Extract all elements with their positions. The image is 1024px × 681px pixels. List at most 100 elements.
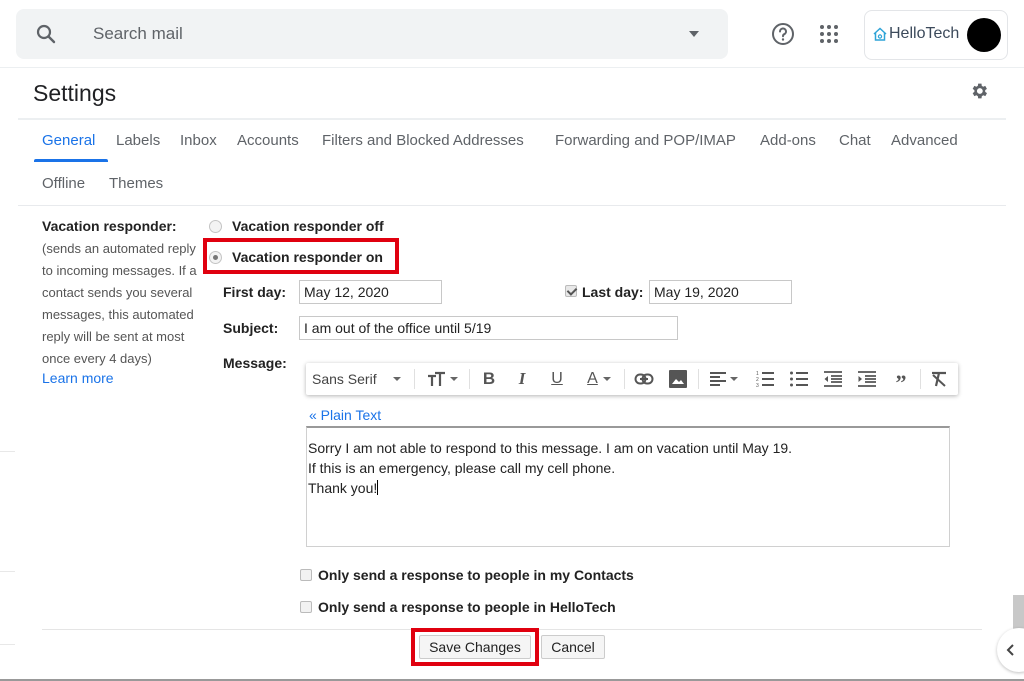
description-line: once every 4 days) — [42, 351, 152, 366]
left-edge-divider — [0, 451, 15, 452]
description-line: contact sends you several — [42, 285, 193, 300]
insert-image-button[interactable] — [665, 363, 691, 395]
vacation-responder-description: (sends an automated reply to incoming me… — [42, 238, 207, 370]
tab-labels[interactable]: Labels — [116, 132, 160, 149]
message-line: Sorry I am not able to respond to this m… — [308, 440, 793, 456]
highlight-box — [411, 628, 539, 666]
indent-less-icon — [824, 371, 842, 387]
org-name: HelloTech — [889, 25, 960, 42]
text-size-icon — [427, 371, 445, 386]
text-cursor — [377, 480, 379, 495]
org-only-checkbox[interactable] — [300, 601, 312, 613]
org-only-option[interactable]: Only send a response to people in HelloT… — [300, 599, 616, 615]
radio-button[interactable] — [209, 219, 222, 233]
radio-vacation-off[interactable]: Vacation responder off — [209, 218, 384, 234]
indent-less-button[interactable] — [820, 363, 846, 395]
header-divider — [18, 118, 1006, 120]
indent-more-button[interactable] — [854, 363, 880, 395]
tab-advanced[interactable]: Advanced — [891, 132, 958, 149]
search-icon[interactable] — [34, 22, 58, 46]
text-color-button[interactable]: A — [579, 363, 619, 395]
tab-forwarding[interactable]: Forwarding and POP/IMAP — [555, 132, 736, 149]
text-size-button[interactable] — [422, 363, 462, 395]
last-day-label: Last day: — [582, 284, 644, 300]
font-family-select[interactable]: Sans Serif — [312, 363, 412, 395]
numbered-list-button[interactable]: 123 — [752, 363, 778, 395]
org-only-label: Only send a response to people in HelloT… — [318, 599, 616, 615]
tab-chat[interactable]: Chat — [839, 132, 871, 149]
first-day-input[interactable]: May 12, 2020 — [299, 280, 442, 304]
side-panel-toggle[interactable] — [997, 628, 1024, 672]
last-day-input[interactable]: May 19, 2020 — [649, 280, 792, 304]
active-tab-indicator — [34, 159, 108, 162]
italic-icon: I — [518, 369, 526, 388]
plain-text-link[interactable]: « Plain Text — [309, 407, 381, 423]
last-day-checkbox[interactable] — [565, 285, 577, 297]
tab-accounts[interactable]: Accounts — [237, 132, 299, 149]
message-label: Message: — [223, 355, 287, 371]
underline-button[interactable]: U — [544, 363, 570, 395]
message-line: Thank you! — [308, 478, 948, 498]
bold-button[interactable]: B — [476, 363, 502, 395]
toolbar-divider — [624, 369, 625, 389]
org-logo: HelloTech — [873, 25, 959, 43]
toolbar-divider — [469, 369, 470, 389]
remove-formatting-button[interactable] — [926, 363, 952, 395]
subject-input[interactable]: I am out of the office until 5/19 — [299, 316, 678, 340]
toolbar-divider — [414, 369, 415, 389]
quote-icon: ” — [895, 370, 907, 395]
description-line: to incoming messages. If a — [42, 263, 197, 278]
learn-more-link[interactable]: Learn more — [42, 370, 114, 386]
first-day-label: First day: — [223, 284, 287, 300]
description-line: (sends an automated reply — [42, 241, 196, 256]
description-line: reply will be sent at most — [42, 329, 185, 344]
tab-addons[interactable]: Add-ons — [760, 132, 816, 149]
chevron-left-icon — [1006, 644, 1014, 656]
left-edge-divider — [0, 571, 15, 572]
help-icon[interactable] — [770, 21, 796, 47]
avatar[interactable] — [967, 18, 1001, 52]
quote-button[interactable]: ” — [888, 363, 914, 395]
chevron-down-icon — [602, 377, 611, 381]
contacts-only-option[interactable]: Only send a response to people in my Con… — [300, 567, 634, 583]
svg-text:3: 3 — [756, 383, 759, 387]
vacation-responder-label: Vacation responder: — [42, 218, 177, 234]
search-bar[interactable]: Search mail — [16, 9, 728, 59]
tab-general[interactable]: General — [42, 132, 95, 149]
align-button[interactable] — [704, 363, 744, 395]
tabs-divider — [18, 205, 1006, 206]
tab-inbox[interactable]: Inbox — [180, 132, 217, 149]
contacts-only-checkbox[interactable] — [300, 569, 312, 581]
account-switcher[interactable]: HelloTech — [864, 10, 1008, 60]
bulleted-list-button[interactable] — [786, 363, 812, 395]
link-icon — [634, 373, 654, 385]
underline-icon: U — [551, 370, 563, 387]
radio-label: Vacation responder off — [232, 218, 384, 234]
search-input[interactable]: Search mail — [93, 24, 183, 44]
link-button[interactable] — [631, 363, 657, 395]
apps-grid-icon[interactable] — [819, 24, 839, 44]
highlight-box — [203, 238, 399, 274]
description-line: messages, this automated — [42, 307, 194, 322]
bold-icon: B — [482, 369, 496, 388]
chevron-down-icon — [449, 377, 458, 381]
top-bar: Search mail HelloTech — [0, 0, 1024, 68]
message-body-editor[interactable]: Sorry I am not able to respond to this m… — [306, 426, 950, 547]
font-family-value: Sans Serif — [312, 371, 377, 387]
italic-button[interactable]: I — [509, 363, 535, 395]
formatting-toolbar: Sans Serif B I U A 123 ” — [306, 363, 958, 395]
remove-formatting-icon — [932, 371, 946, 387]
house-icon — [873, 27, 887, 41]
bulleted-list-icon — [790, 371, 808, 387]
cancel-button[interactable]: Cancel — [541, 635, 605, 659]
tab-offline[interactable]: Offline — [42, 175, 85, 192]
gear-icon[interactable] — [969, 81, 989, 101]
tab-themes[interactable]: Themes — [109, 175, 163, 192]
page-title: Settings — [33, 80, 117, 106]
image-icon — [669, 370, 687, 388]
tab-filters[interactable]: Filters and Blocked Addresses — [322, 132, 524, 149]
message-line-text: Thank you! — [308, 480, 378, 496]
contacts-only-label: Only send a response to people in my Con… — [318, 567, 634, 583]
search-options-dropdown-icon[interactable] — [689, 31, 699, 37]
text-color-icon: A — [587, 370, 598, 387]
